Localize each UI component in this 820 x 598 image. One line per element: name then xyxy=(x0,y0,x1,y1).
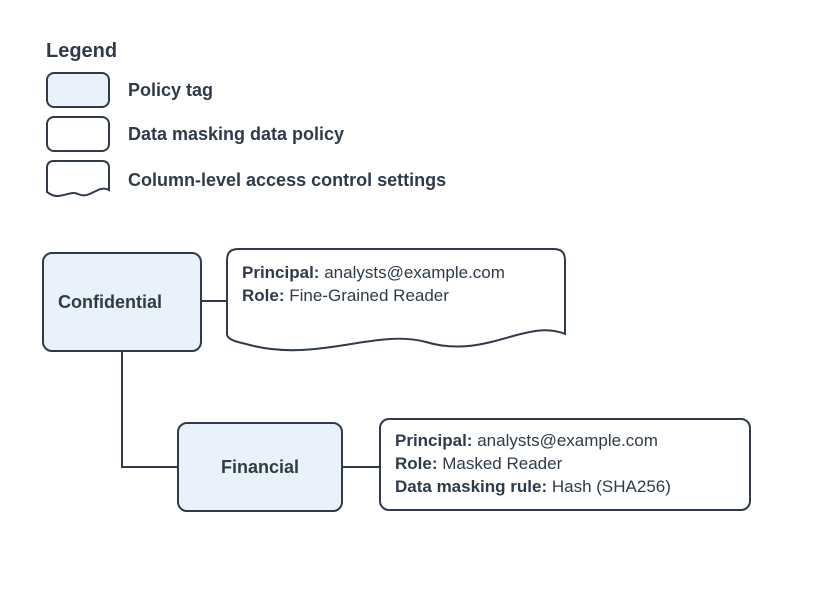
policy-role-value: Masked Reader xyxy=(442,454,562,473)
note-role-label: Role: xyxy=(242,286,285,305)
policy-principal-label: Principal: xyxy=(395,431,472,450)
note-role-value: Fine-Grained Reader xyxy=(289,286,449,305)
policy-rule-label: Data masking rule: xyxy=(395,477,547,496)
policy-role-label: Role: xyxy=(395,454,438,473)
legend-swatch-data-policy xyxy=(46,116,110,152)
legend-swatch-note xyxy=(46,160,110,200)
data-masking-policy: Principal: analysts@example.com Role: Ma… xyxy=(379,418,751,511)
policy-role-row: Role: Masked Reader xyxy=(395,453,735,476)
legend-title: Legend xyxy=(46,40,117,63)
policy-tag-financial: Financial xyxy=(177,422,343,512)
note-principal-row: Principal: analysts@example.com xyxy=(242,262,550,285)
note-principal-label: Principal: xyxy=(242,263,319,282)
connector-conf-fin-horz xyxy=(121,466,177,468)
legend-swatch-policy-tag xyxy=(46,72,110,108)
policy-principal-row: Principal: analysts@example.com xyxy=(395,430,735,453)
diagram-canvas: Legend Policy tag Data masking data poli… xyxy=(0,0,820,598)
policy-tag-confidential-label: Confidential xyxy=(58,292,162,313)
note-role-row: Role: Fine-Grained Reader xyxy=(242,285,550,308)
policy-rule-value: Hash (SHA256) xyxy=(552,477,671,496)
policy-tag-financial-label: Financial xyxy=(221,457,299,478)
connector-conf-fin-vert xyxy=(121,352,123,468)
policy-tag-confidential: Confidential xyxy=(42,252,202,352)
policy-rule-row: Data masking rule: Hash (SHA256) xyxy=(395,476,735,499)
connector-confidential-note xyxy=(202,300,226,302)
policy-principal-value: analysts@example.com xyxy=(477,431,658,450)
note-principal-value: analysts@example.com xyxy=(324,263,505,282)
connector-financial-policy xyxy=(343,466,379,468)
legend-label-policy-tag: Policy tag xyxy=(128,80,213,101)
access-control-note: Principal: analysts@example.com Role: Fi… xyxy=(226,248,566,356)
legend-label-note: Column-level access control settings xyxy=(128,170,446,191)
legend-label-data-policy: Data masking data policy xyxy=(128,124,344,145)
